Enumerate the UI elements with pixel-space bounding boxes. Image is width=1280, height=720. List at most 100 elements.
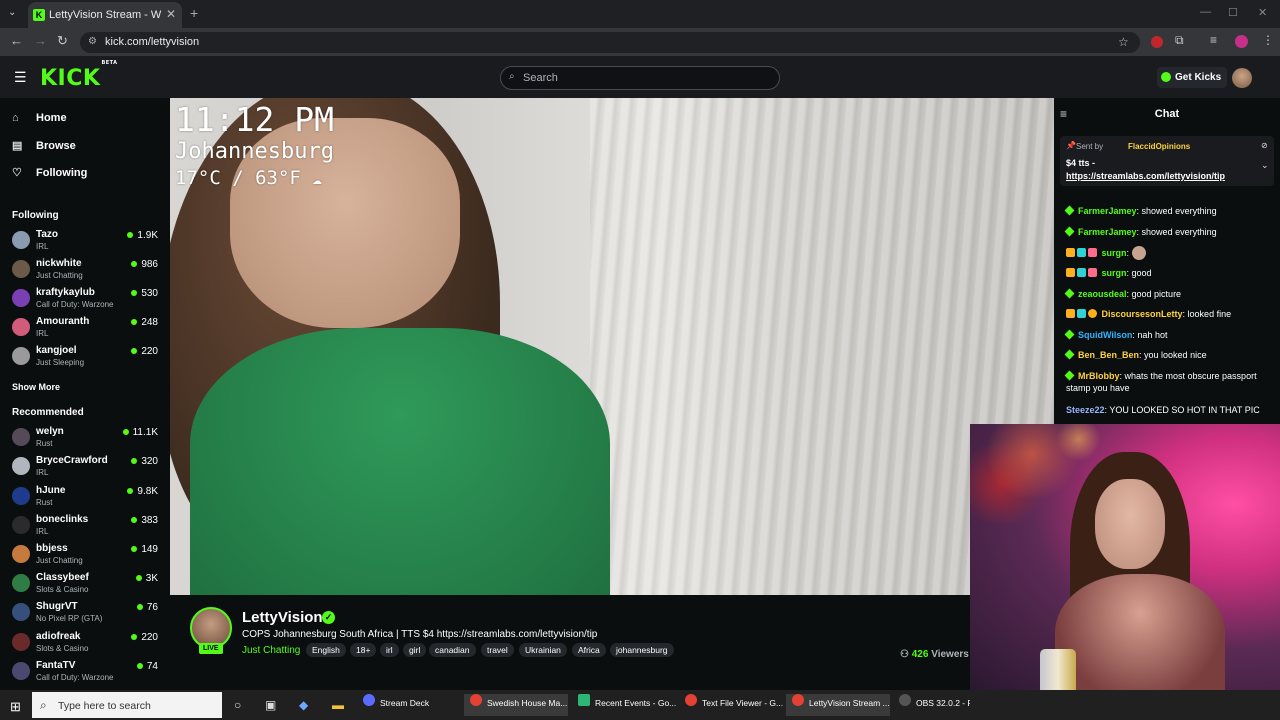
sidebar: ⌂ Home ▤ Browse ♡ Following Following Tazo I… bbox=[0, 98, 170, 690]
channel-name: nickwhite bbox=[36, 258, 82, 269]
kick-badge-icon bbox=[1064, 205, 1075, 216]
recommended-channel[interactable]: FantaTV Call of Duty: Warzone 74 bbox=[12, 660, 162, 688]
bookmark-star-icon[interactable]: ☆ bbox=[1118, 35, 1129, 49]
recommended-channel[interactable]: BryceCrawford IRL 320 bbox=[12, 455, 162, 483]
chat-username[interactable]: zeaousdeal bbox=[1078, 289, 1127, 299]
chat-username[interactable]: FarmerJamey bbox=[1078, 206, 1137, 216]
channel-avatar bbox=[12, 662, 30, 680]
heart-icon: ♡ bbox=[12, 167, 22, 179]
recommended-channel[interactable]: welyn Rust 11.1K bbox=[12, 426, 162, 454]
new-tab-button[interactable]: + bbox=[190, 5, 198, 21]
tab-list-icon[interactable]: ⌄ bbox=[8, 7, 16, 18]
chat-panel: ≡ Chat 📌 Sent by FlaccidOpinions ⊘ $4 tt… bbox=[1054, 98, 1280, 424]
tag-chip[interactable]: Africa bbox=[572, 643, 606, 657]
cortana-icon[interactable]: ○ bbox=[234, 698, 241, 712]
webcam-person-face bbox=[1095, 479, 1165, 569]
taskbar-app[interactable]: Text File Viewer - G... bbox=[679, 694, 783, 716]
following-channel[interactable]: kraftykaylub Call of Duty: Warzone 530 bbox=[12, 287, 162, 315]
profile-icon[interactable] bbox=[1235, 35, 1248, 48]
search-input[interactable]: ⌕ Search bbox=[500, 66, 780, 90]
kick-logo[interactable]: KICKBETA bbox=[40, 60, 117, 91]
tag-chip[interactable]: girl bbox=[403, 643, 427, 657]
kick-favicon-icon: K bbox=[33, 9, 45, 21]
task-view-icon[interactable]: ▣ bbox=[265, 698, 276, 712]
chat-username[interactable]: MrBlobby bbox=[1078, 371, 1120, 381]
streamer-name[interactable]: LettyVision bbox=[242, 609, 323, 626]
channel-name: Amouranth bbox=[36, 316, 90, 327]
recommended-channel[interactable]: ShugrVT No Pixel RP (GTA) 76 bbox=[12, 601, 162, 629]
chat-username[interactable]: Steeze22 bbox=[1066, 405, 1105, 415]
maximize-icon[interactable]: ☐ bbox=[1228, 6, 1238, 19]
channel-category: Just Chatting bbox=[36, 556, 83, 565]
following-channel[interactable]: kangjoel Just Sleeping 220 bbox=[12, 345, 162, 373]
media-control-icon[interactable]: ≡ bbox=[1210, 33, 1217, 47]
adblock-extension-icon[interactable] bbox=[1151, 36, 1163, 48]
taskbar-app[interactable]: Recent Events - Go... bbox=[572, 694, 676, 716]
minimize-icon[interactable]: — bbox=[1200, 6, 1211, 18]
copilot-icon[interactable]: ◆ bbox=[299, 698, 308, 712]
taskbar-app[interactable]: Stream Deck bbox=[357, 694, 459, 716]
browser-tab-strip: ⌄ K LettyVision Stream - Watch Live ✕ + … bbox=[0, 0, 1280, 28]
channel-category: IRL bbox=[36, 242, 49, 251]
following-channel[interactable]: Amouranth IRL 248 bbox=[12, 316, 162, 344]
sidebar-nav-browse[interactable]: ▤ Browse bbox=[12, 139, 76, 152]
chat-message: surgn: bbox=[1066, 246, 1266, 260]
browser-menu-icon[interactable]: ⋮ bbox=[1262, 33, 1274, 47]
show-more-link[interactable]: Show More bbox=[12, 382, 60, 392]
close-window-icon[interactable]: ✕ bbox=[1258, 6, 1267, 19]
taskbar-app[interactable]: Swedish House Ma... bbox=[464, 694, 568, 716]
sidebar-nav-following[interactable]: ♡ Following bbox=[12, 166, 87, 179]
stream-category-link[interactable]: Just Chatting bbox=[242, 645, 300, 656]
unpin-icon[interactable]: ⊘ bbox=[1261, 141, 1268, 150]
url-field[interactable]: ⚙ kick.com/lettyvision ☆ bbox=[80, 32, 1140, 53]
close-tab-icon[interactable]: ✕ bbox=[166, 7, 176, 21]
browser-tab[interactable]: K LettyVision Stream - Watch Live ✕ bbox=[28, 2, 182, 28]
taskbar-app[interactable]: LettyVision Stream ... bbox=[786, 694, 890, 716]
forward-icon[interactable]: → bbox=[34, 33, 47, 48]
user-avatar[interactable] bbox=[1232, 68, 1252, 88]
chevron-down-icon[interactable]: ⌄ bbox=[1261, 160, 1269, 171]
recommended-channel[interactable]: bbjess Just Chatting 149 bbox=[12, 543, 162, 571]
file-explorer-icon[interactable]: ▬ bbox=[332, 698, 344, 712]
taskbar-search-input[interactable]: ⌕ Type here to search bbox=[32, 692, 222, 718]
chat-text: : YOU LOOKED SO HOT IN THAT PIC bbox=[1104, 405, 1260, 415]
tag-chip[interactable]: travel bbox=[481, 643, 514, 657]
chat-username[interactable]: Ben_Ben_Ben bbox=[1078, 350, 1139, 360]
site-info-icon[interactable]: ⚙ bbox=[88, 36, 97, 47]
nav-label: Following bbox=[36, 167, 88, 179]
tag-chip[interactable]: johannesburg bbox=[610, 643, 674, 657]
taskbar-search-placeholder: Type here to search bbox=[58, 700, 151, 712]
recommended-channel[interactable]: adiofreak Slots & Casino 220 bbox=[12, 631, 162, 659]
reload-icon[interactable]: ↻ bbox=[57, 33, 68, 49]
nav-label: Browse bbox=[36, 140, 76, 152]
chat-username[interactable]: surgn bbox=[1102, 268, 1127, 278]
tag-chip[interactable]: English bbox=[306, 643, 346, 657]
hamburger-menu-icon[interactable]: ☰ bbox=[14, 69, 27, 86]
chat-username[interactable]: DiscoursesonLetty bbox=[1102, 309, 1183, 319]
taskbar-app-label: Stream Deck bbox=[380, 698, 430, 708]
chat-text: : good bbox=[1126, 268, 1152, 278]
channel-avatar bbox=[12, 318, 30, 336]
get-kicks-button[interactable]: Get Kicks bbox=[1157, 67, 1227, 88]
windows-start-icon[interactable]: ⊞ bbox=[10, 699, 21, 715]
extensions-icon[interactable]: ⧉ bbox=[1175, 33, 1184, 48]
chat-username[interactable]: surgn bbox=[1102, 248, 1127, 258]
recommended-channel[interactable]: hJune Rust 9.8K bbox=[12, 485, 162, 513]
tag-chip[interactable]: 18+ bbox=[350, 643, 377, 657]
back-icon[interactable]: ← bbox=[10, 33, 23, 48]
chat-username[interactable]: FarmerJamey bbox=[1078, 227, 1137, 237]
sidebar-nav-home[interactable]: ⌂ Home bbox=[12, 112, 67, 124]
windows-taskbar: ⊞ ⌕ Type here to search ○ ▣ ◆ ▬ Stream D… bbox=[0, 690, 1280, 720]
following-channel[interactable]: Tazo IRL 1.9K bbox=[12, 229, 162, 257]
logo-beta: BETA bbox=[101, 59, 118, 66]
recommended-channel[interactable]: boneclinks IRL 383 bbox=[12, 514, 162, 542]
pinned-message[interactable]: 📌 Sent by FlaccidOpinions ⊘ $4 tts - htt… bbox=[1060, 136, 1274, 186]
tag-chip[interactable]: irl bbox=[380, 643, 399, 657]
chat-username[interactable]: SquidWilson bbox=[1078, 330, 1132, 340]
taskbar-app[interactable]: OBS 32.0.2 - Pro bbox=[893, 694, 970, 716]
following-channel[interactable]: nickwhite Just Chatting 986 bbox=[12, 258, 162, 286]
tag-chip[interactable]: Ukrainian bbox=[519, 643, 567, 657]
tag-chip[interactable]: canadian bbox=[429, 643, 476, 657]
recommended-channel[interactable]: Classybeef Slots & Casino 3K bbox=[12, 572, 162, 600]
pinned-link[interactable]: https://streamlabs.com/lettyvision/tip bbox=[1066, 171, 1225, 181]
